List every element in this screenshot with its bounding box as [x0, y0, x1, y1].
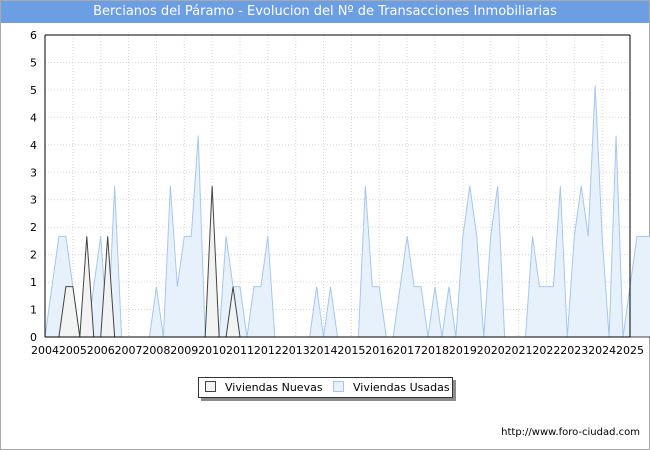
x-tick-label: 2024	[588, 344, 616, 357]
series-area-usadas	[45, 85, 650, 337]
x-tick-label: 2015	[337, 344, 365, 357]
footer-url: http://www.foro-ciudad.com	[501, 427, 640, 438]
legend-item-nuevas: Viviendas Nuevas	[205, 380, 323, 395]
y-tick-label: 3	[30, 194, 37, 207]
y-tick-label: 5	[30, 56, 37, 69]
y-tick-label: 2	[30, 221, 37, 234]
x-tick-labels: 2004 2005 2006 2007 2008 2009 2010 2011 2012 2013…	[31, 344, 644, 357]
x-tick-label: 2020	[477, 344, 505, 357]
y-tick-label: 3	[30, 166, 37, 179]
x-tick-label: 2008	[142, 344, 170, 357]
y-tick-label: 6	[30, 29, 37, 42]
y-tick-label: 2	[30, 249, 37, 262]
x-tick-label: 2016	[365, 344, 393, 357]
x-tick-label: 2017	[393, 344, 421, 357]
legend-swatch-usadas	[333, 381, 344, 392]
series-areas	[44, 85, 650, 338]
y-tick-label: 0	[30, 331, 37, 344]
y-tick-label: 4	[30, 111, 37, 124]
y-tick-label: 1	[30, 304, 37, 317]
x-tick-label: 2010	[198, 344, 226, 357]
y-tick-labels: 0 1 1 2 2 3 3 4 4 5 5 6	[30, 29, 37, 344]
legend-label-usadas: Viviendas Usadas	[353, 381, 450, 394]
legend-label-nuevas: Viviendas Nuevas	[225, 381, 323, 394]
x-tick-label: 2011	[226, 344, 254, 357]
y-tick-label: 1	[30, 276, 37, 289]
x-tick-label: 2005	[59, 344, 87, 357]
legend-item-usadas: Viviendas Usadas	[333, 380, 450, 395]
x-tick-label: 2009	[170, 344, 198, 357]
x-tick-label: 2018	[421, 344, 449, 357]
x-tick-label: 2023	[560, 344, 588, 357]
x-tick-label: 2021	[505, 344, 533, 357]
x-tick-label: 2022	[532, 344, 560, 357]
x-tick-label: 2025	[616, 344, 644, 357]
x-tick-label: 2004	[31, 344, 59, 357]
legend-swatch-nuevas	[205, 381, 216, 392]
x-tick-label: 2006	[87, 344, 115, 357]
x-tick-label: 2013	[282, 344, 310, 357]
x-tick-label: 2019	[449, 344, 477, 357]
x-tick-label: 2007	[115, 344, 143, 357]
y-tick-label: 5	[30, 84, 37, 97]
y-tick-label: 4	[30, 139, 37, 152]
x-tick-label: 2014	[310, 344, 338, 357]
legend: Viviendas Nuevas Viviendas Usadas	[198, 377, 453, 398]
x-tick-label: 2012	[254, 344, 282, 357]
